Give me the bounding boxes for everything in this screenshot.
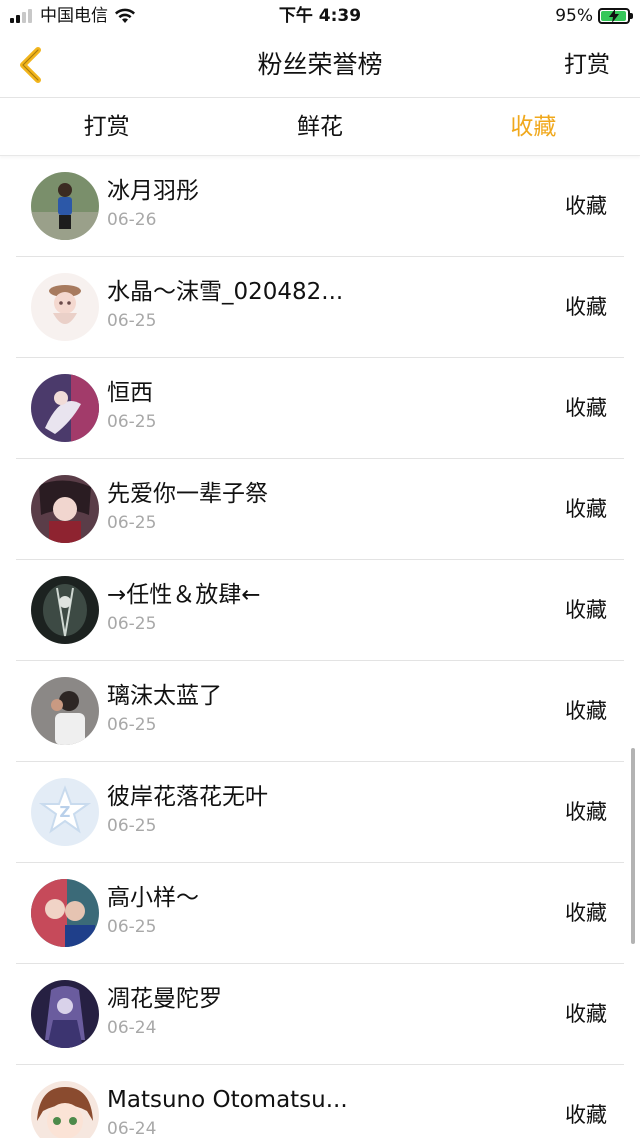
fan-action: 收藏	[565, 901, 607, 925]
avatar	[31, 172, 99, 240]
battery-percent: 95%	[555, 6, 593, 26]
fan-action: 收藏	[565, 598, 607, 622]
fan-action: 收藏	[565, 1103, 607, 1127]
list-item[interactable]: 恒西 06-25 收藏	[16, 358, 624, 459]
avatar	[31, 576, 99, 644]
avatar: Z	[31, 778, 99, 846]
fan-name: Matsuno Otomatsu...	[107, 1087, 348, 1113]
bolt-icon	[609, 9, 619, 23]
list-item[interactable]: 水晶～沫雪_020482... 06-25 收藏	[16, 257, 624, 358]
fan-date: 06-25	[107, 412, 157, 432]
status-bar: 中国电信 下午 4:39 95%	[0, 0, 640, 32]
fan-name: 璃沫太蓝了	[107, 683, 222, 709]
page-title: 粉丝荣誉榜	[257, 50, 383, 79]
list-item[interactable]: 高小样～ 06-25 收藏	[16, 863, 624, 964]
fan-date: 06-25	[107, 311, 157, 331]
avatar	[31, 980, 99, 1048]
battery-charging-icon	[598, 8, 633, 24]
avatar	[31, 1081, 99, 1138]
avatar	[31, 475, 99, 543]
list-item[interactable]: Z 彼岸花落花无叶 06-25 收藏	[16, 762, 624, 863]
fan-date: 06-25	[107, 715, 157, 735]
status-time: 下午 4:39	[278, 6, 362, 26]
fan-date: 06-25	[107, 513, 157, 533]
fan-action: 收藏	[565, 1002, 607, 1026]
fan-date: 06-25	[107, 614, 157, 634]
list-item[interactable]: 凋花曼陀罗 06-24 收藏	[16, 964, 624, 1065]
tab-bar: 打赏 鲜花 收藏	[0, 99, 640, 156]
list-item[interactable]: 冰月羽彤 06-26 收藏	[16, 156, 624, 257]
avatar	[31, 273, 99, 341]
fan-name: 恒西	[107, 380, 153, 406]
svg-text:Z: Z	[60, 803, 71, 821]
fan-date: 06-26	[107, 210, 157, 230]
fan-name: 冰月羽彤	[107, 178, 199, 204]
fan-action: 收藏	[565, 699, 607, 723]
avatar	[31, 879, 99, 947]
fan-name: 彼岸花落花无叶	[107, 784, 268, 810]
scrollbar[interactable]	[631, 748, 635, 944]
fan-action: 收藏	[565, 295, 607, 319]
status-bar-right: 95%	[555, 6, 633, 26]
tab-favorites[interactable]: 收藏	[427, 99, 640, 155]
list-item[interactable]: Matsuno Otomatsu... 06-24 收藏	[16, 1065, 624, 1138]
fan-name: 水晶～沫雪_020482...	[107, 279, 344, 305]
fan-date: 06-24	[107, 1018, 157, 1038]
fan-name: 高小样～	[107, 885, 199, 911]
fan-name: 凋花曼陀罗	[107, 986, 222, 1012]
fan-date: 06-24	[107, 1119, 157, 1138]
list-item[interactable]: →任性＆放肆← 06-25 收藏	[16, 560, 624, 661]
fan-action: 收藏	[565, 396, 607, 420]
fan-date: 06-25	[107, 816, 157, 836]
fan-name: 先爱你一辈子祭	[107, 481, 268, 507]
fan-name: →任性＆放肆←	[107, 582, 261, 608]
fan-action: 收藏	[565, 800, 607, 824]
fan-action: 收藏	[565, 194, 607, 218]
fan-action: 收藏	[565, 497, 607, 521]
fan-date: 06-25	[107, 917, 157, 937]
nav-bar: 粉丝荣誉榜 打赏	[0, 32, 640, 98]
avatar	[31, 677, 99, 745]
list-item[interactable]: 璃沫太蓝了 06-25 收藏	[16, 661, 624, 762]
tab-flowers[interactable]: 鲜花	[213, 99, 426, 155]
list-item[interactable]: 先爱你一辈子祭 06-25 收藏	[16, 459, 624, 560]
fan-list: 冰月羽彤 06-26 收藏 水晶～沫雪_020482... 06-25 收藏 恒…	[0, 156, 640, 1138]
avatar	[31, 374, 99, 442]
reward-button[interactable]: 打赏	[564, 50, 610, 80]
tab-reward[interactable]: 打赏	[0, 99, 213, 155]
